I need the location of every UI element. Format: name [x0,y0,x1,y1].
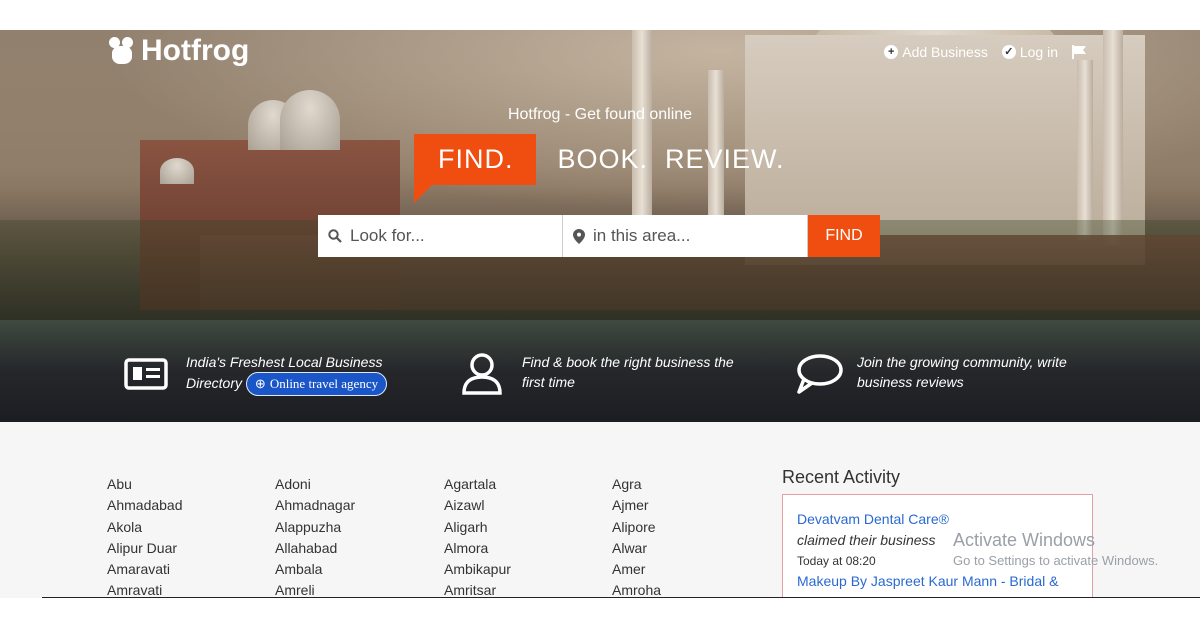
top-nav: + Add Business ✓ Log in [884,44,1088,60]
activity-business-link[interactable]: Makeup By Jaspreet Kaur Mann - Bridal & [797,571,1092,592]
chevron-circle-icon: ✓ [1001,45,1016,59]
plus-circle-icon: ⊕ [254,376,266,391]
user-icon [462,353,502,395]
headline: FIND. BOOK. REVIEW. [414,134,785,203]
what-field [318,215,563,257]
location-pin-icon [573,228,585,244]
country-flag-button[interactable] [1072,45,1088,59]
city-column-3: Agartala Aizawl Aligarh Almora Ambikapur… [444,474,511,602]
city-column-1: Abu Ahmadabad Akola Alipur Duar Amaravat… [107,474,183,602]
login-link[interactable]: ✓ Log in [1001,44,1058,60]
where-input[interactable] [593,226,793,246]
city-link[interactable]: Adoni [275,474,355,495]
recent-activity-title: Recent Activity [782,467,901,487]
frog-icon [107,36,137,66]
city-link[interactable]: Agartala [444,474,511,495]
feature-directory: India's Freshest Local Business Director… [124,352,388,396]
find-callout: FIND. [414,134,536,203]
what-input[interactable] [350,226,550,246]
city-link[interactable]: Agra [612,474,661,495]
city-link[interactable]: Abu [107,474,183,495]
city-column-2: Adoni Ahmadnagar Alappuzha Allahabad Amb… [275,474,355,602]
city-link[interactable]: Alipore [612,517,661,538]
speech-bubble-icon [797,354,843,394]
city-link[interactable]: Alwar [612,538,661,559]
city-link[interactable]: Ambala [275,559,355,580]
search-icon [328,229,342,243]
flag-icon [1072,45,1086,59]
city-link[interactable]: Ambikapur [444,559,511,580]
city-link[interactable]: Almora [444,538,511,559]
hotfrog-logo[interactable]: Hotfrog [107,34,249,68]
page: Hotfrog + Add Business ✓ Log in Hotfrog … [0,0,1200,628]
tagline: Hotfrog - Get found online [507,106,693,123]
city-link[interactable]: Alappuzha [275,517,355,538]
brand-name: Hotfrog [141,34,250,67]
activate-windows-watermark: Activate Windows Go to Settings to activ… [953,530,1159,568]
city-link[interactable]: Amaravati [107,559,183,580]
city-link[interactable]: Aligarh [444,517,511,538]
online-travel-agency-badge[interactable]: ⊕ Online travel agency [245,372,388,396]
search-form: FIND [318,215,880,257]
city-link[interactable]: Aizawl [444,495,511,516]
activity-business-link[interactable]: Devatvam Dental Care® [797,509,1092,530]
where-field [563,215,808,257]
city-link[interactable]: Ahmadnagar [275,495,355,516]
add-business-link[interactable]: + Add Business [884,44,988,60]
id-card-icon [124,358,168,390]
book-review-text: BOOK. REVIEW. [557,144,785,174]
plus-circle-icon: + [884,45,899,59]
feature-find-book: Find & book the right business the first… [460,352,734,396]
city-link[interactable]: Amer [612,559,661,580]
feature-community: Join the growing community, write busine… [795,352,1067,396]
city-link[interactable]: Alipur Duar [107,538,183,559]
city-link[interactable]: Ahmadabad [107,495,183,516]
city-column-4: Agra Ajmer Alipore Alwar Amer Amroha [612,474,661,602]
find-button[interactable]: FIND [808,215,880,257]
city-link[interactable]: Akola [107,517,183,538]
city-link[interactable]: Allahabad [275,538,355,559]
city-link[interactable]: Ajmer [612,495,661,516]
